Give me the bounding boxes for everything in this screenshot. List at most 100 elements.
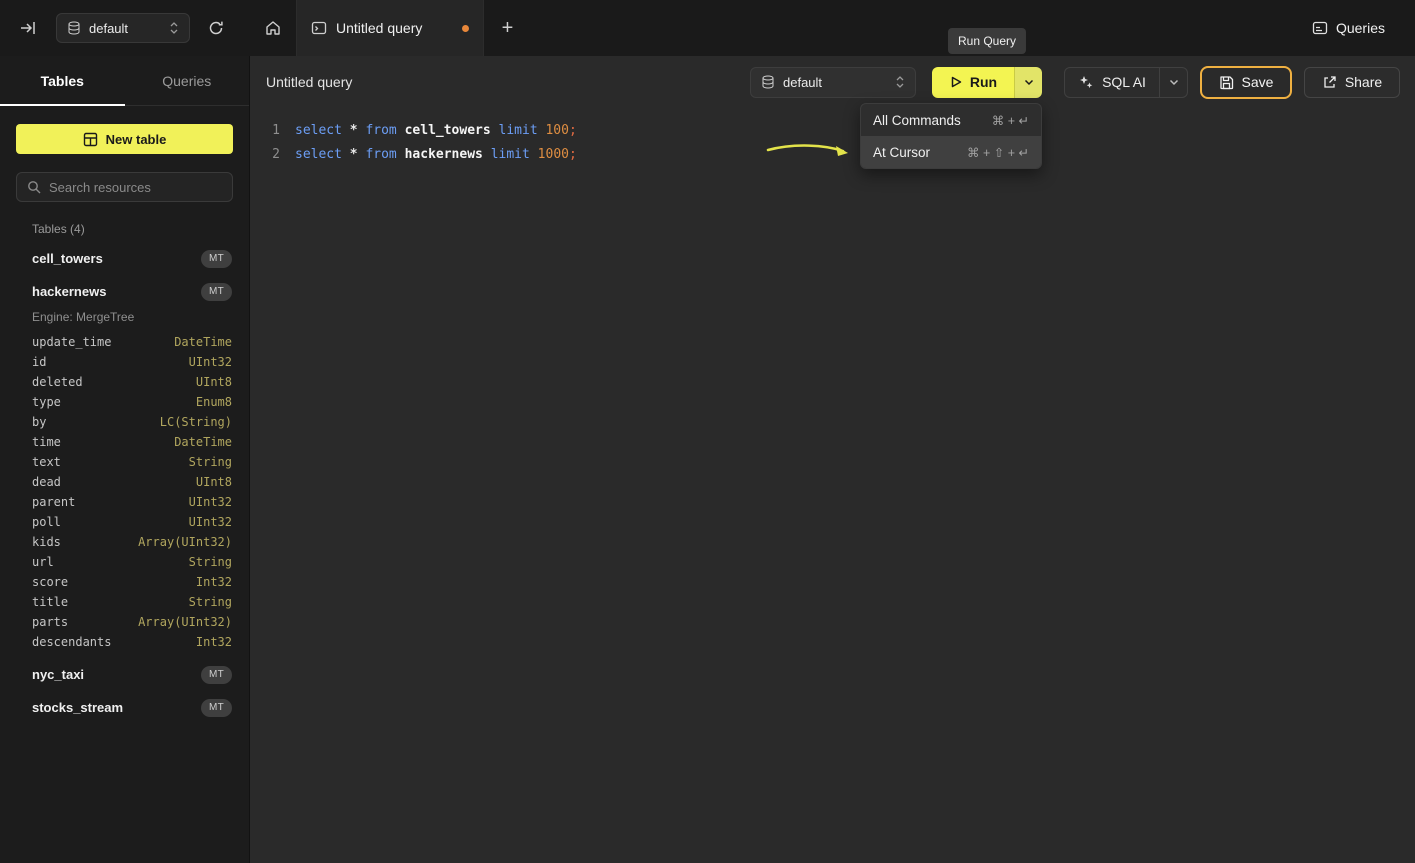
column-row: descendants Int32: [32, 632, 232, 652]
table-row-hackernews[interactable]: hackernews MT: [0, 275, 249, 308]
home-tab-button[interactable]: [250, 0, 297, 56]
column-name: poll: [32, 515, 61, 529]
column-name: by: [32, 415, 46, 429]
query-title: Untitled query: [266, 74, 352, 90]
new-table-button[interactable]: New table: [16, 124, 233, 154]
chevron-updown-icon: [169, 21, 179, 35]
share-button[interactable]: Share: [1304, 67, 1400, 98]
query-database-selector[interactable]: default: [750, 67, 916, 98]
column-row: scoreInt32: [32, 572, 232, 592]
chevron-down-icon: [1023, 76, 1035, 88]
column-row: url String: [32, 552, 232, 572]
table-name: cell_towers: [32, 251, 103, 266]
run-menu-item-all-commands[interactable]: All Commands ⌘ + ↵: [861, 104, 1041, 136]
column-row: type Enum8: [32, 392, 232, 412]
share-icon: [1322, 75, 1337, 90]
column-type: DateTime: [174, 435, 232, 449]
column-name: text: [32, 455, 61, 469]
sql-ai-label: SQL AI: [1102, 74, 1146, 90]
column-row: idUInt32: [32, 352, 232, 372]
table-row-cell-towers[interactable]: cell_towers MT: [0, 242, 249, 275]
column-name: descendants: [32, 635, 111, 649]
sql-ai-button[interactable]: SQL AI: [1064, 67, 1188, 98]
collapse-sidebar-button[interactable]: [12, 12, 44, 44]
chevron-down-icon: [1168, 76, 1180, 88]
new-tab-button[interactable]: +: [484, 0, 531, 56]
table-name: hackernews: [32, 284, 106, 299]
engine-badge: MT: [201, 250, 232, 268]
refresh-icon: [207, 19, 225, 37]
main-panel: Untitled query default Run: [250, 56, 1415, 863]
query-icon: [311, 20, 327, 36]
menu-item-label: All Commands: [873, 113, 961, 128]
column-row: titleString: [32, 592, 232, 612]
code-line[interactable]: 1 select * from cell_towers limit 100;: [250, 118, 1415, 142]
save-button[interactable]: Save: [1200, 66, 1292, 99]
database-icon: [761, 75, 775, 89]
header-controls: default Run: [750, 66, 1400, 99]
sparkles-icon: [1078, 74, 1094, 90]
column-row: poll UInt32: [32, 512, 232, 532]
column-row: dead UInt8: [32, 472, 232, 492]
run-query-tooltip: Run Query: [948, 28, 1026, 54]
queries-icon: [1312, 20, 1328, 36]
table-row-nyc-taxi[interactable]: nyc_taxi MT: [0, 658, 249, 691]
plus-icon: +: [502, 17, 514, 40]
menu-item-shortcut: ⌘ + ↵: [992, 113, 1029, 128]
column-name: score: [32, 575, 68, 589]
column-name: type: [32, 395, 61, 409]
table-row-stocks-stream[interactable]: stocks_stream MT: [0, 691, 249, 724]
columns-list: update_timeDateTimeidUInt32deletedUInt8t…: [0, 332, 249, 658]
sql-editor[interactable]: 1 select * from cell_towers limit 100; 2se…: [250, 108, 1415, 166]
sql-ai-main[interactable]: SQL AI: [1065, 68, 1159, 97]
column-row: kidsArray(UInt32): [32, 532, 232, 552]
column-name: url: [32, 555, 54, 569]
sidebar-tab-queries[interactable]: Queries: [125, 56, 250, 105]
run-options-button[interactable]: [1014, 67, 1042, 98]
tables-section-label: Tables (4): [32, 222, 249, 236]
column-row: time DateTime: [32, 432, 232, 452]
column-type: Int32: [196, 635, 232, 649]
column-type: UInt8: [196, 475, 232, 489]
column-row: byLC(String): [32, 412, 232, 432]
refresh-button[interactable]: [200, 12, 232, 44]
sidebar-tabs: Tables Queries: [0, 56, 249, 106]
search-box: [16, 172, 233, 202]
table-name: nyc_taxi: [32, 667, 84, 682]
line-number: 1: [266, 123, 280, 138]
search-input[interactable]: [49, 180, 222, 195]
column-name: title: [32, 595, 68, 609]
home-icon: [264, 19, 282, 37]
menu-item-shortcut: ⌘ + ⇧ + ↵: [967, 145, 1029, 160]
topbar-database-selector[interactable]: default: [56, 13, 190, 43]
run-menu-item-at-cursor[interactable]: At Cursor⌘ + ⇧ + ↵: [861, 136, 1041, 168]
save-icon: [1219, 75, 1234, 90]
column-type: String: [189, 555, 232, 569]
queries-button[interactable]: Queries: [1304, 14, 1393, 42]
new-table-label: New table: [106, 132, 167, 147]
sql-ai-options-button[interactable]: [1159, 68, 1187, 97]
run-options-menu: All Commands ⌘ + ↵ At Cursor⌘ + ⇧ + ↵: [860, 103, 1042, 169]
table-grid-icon: [83, 132, 98, 147]
column-name: time: [32, 435, 61, 449]
column-type: String: [189, 455, 232, 469]
queries-button-label: Queries: [1336, 20, 1385, 36]
column-name: dead: [32, 475, 61, 489]
column-row: partsArray(UInt32): [32, 612, 232, 632]
column-type: Enum8: [196, 395, 232, 409]
code-line[interactable]: 2select * from hackernews limit 1000;: [250, 142, 1415, 166]
column-name: parent: [32, 495, 75, 509]
column-type: UInt32: [189, 495, 232, 509]
column-type: UInt32: [189, 515, 232, 529]
search-icon: [27, 180, 41, 194]
code-text: select * from cell_towers limit 100;: [295, 123, 577, 138]
share-button-label: Share: [1345, 74, 1382, 90]
tab-untitled-query[interactable]: Untitled query: [297, 0, 484, 56]
run-button[interactable]: Run: [932, 67, 1014, 98]
column-name: deleted: [32, 375, 83, 389]
table-list: cell_towers MT hackernews MT Engine: Mer…: [0, 242, 249, 724]
line-number: 2: [266, 147, 280, 162]
column-name: kids: [32, 535, 61, 549]
sidebar-tab-tables[interactable]: Tables: [0, 56, 125, 105]
column-type: Array(UInt32): [138, 615, 232, 629]
